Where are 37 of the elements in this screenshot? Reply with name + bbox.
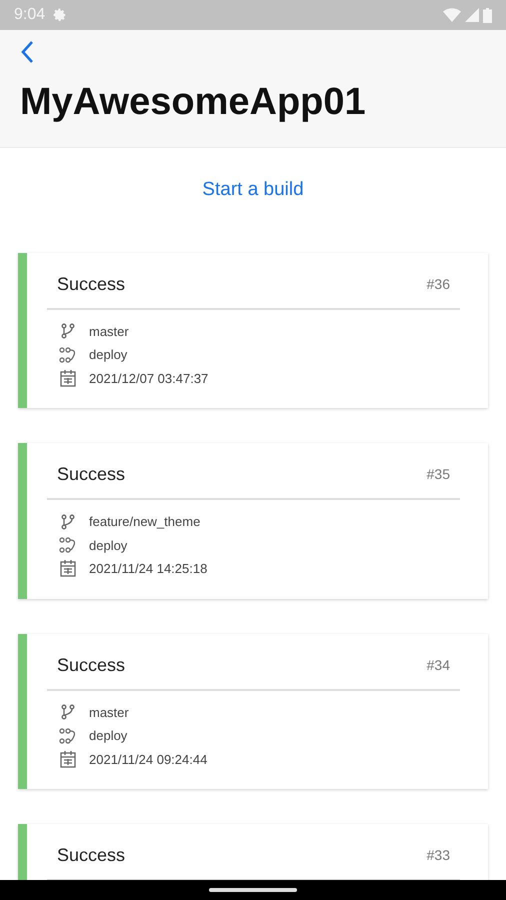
settings-icon xyxy=(53,8,68,22)
battery-icon xyxy=(483,8,492,22)
calendar-icon xyxy=(60,370,76,387)
build-card[interactable]: Success #34 master deploy 2021/11/24 09:24:44 xyxy=(18,634,488,789)
build-workflow: deploy xyxy=(89,727,128,745)
branch-icon xyxy=(61,704,75,720)
build-number: #36 xyxy=(426,274,450,294)
start-build-link[interactable]: Start a build xyxy=(202,179,304,200)
build-status: Success xyxy=(57,844,126,867)
build-branch: master xyxy=(89,322,129,340)
build-date: 2021/11/24 14:25:18 xyxy=(89,560,208,578)
page-title: MyAwesomeApp01 xyxy=(20,82,367,124)
build-date: 2021/11/24 09:24:44 xyxy=(89,750,208,768)
branch-icon xyxy=(61,514,75,530)
build-card[interactable]: Success #33 xyxy=(18,824,488,881)
calendar-icon xyxy=(60,750,76,768)
build-status: Success xyxy=(57,463,126,486)
branch-icon xyxy=(61,323,75,340)
build-branch: feature/new_theme xyxy=(89,513,200,531)
wifi-icon xyxy=(443,8,461,22)
build-workflow: deploy xyxy=(89,346,128,364)
workflow-icon xyxy=(59,728,77,744)
build-card[interactable]: Success #36 master deploy 2021/12/07 03:47:37 xyxy=(18,252,488,408)
build-number: #33 xyxy=(426,846,450,865)
build-status: Success xyxy=(57,654,126,676)
build-workflow: deploy xyxy=(89,536,128,555)
workflow-icon xyxy=(59,537,77,554)
build-number: #35 xyxy=(426,465,450,484)
signal-icon xyxy=(465,8,479,22)
build-branch: master xyxy=(89,704,129,722)
build-date: 2021/12/07 03:47:37 xyxy=(89,370,208,388)
build-status: Success xyxy=(57,272,126,296)
workflow-icon xyxy=(59,346,77,363)
build-card[interactable]: Success #35 feature/new_theme deploy 2021/11/24 14:25:18 xyxy=(18,443,488,598)
build-number: #34 xyxy=(426,656,450,674)
back-icon[interactable] xyxy=(20,40,34,64)
calendar-icon xyxy=(60,560,76,578)
